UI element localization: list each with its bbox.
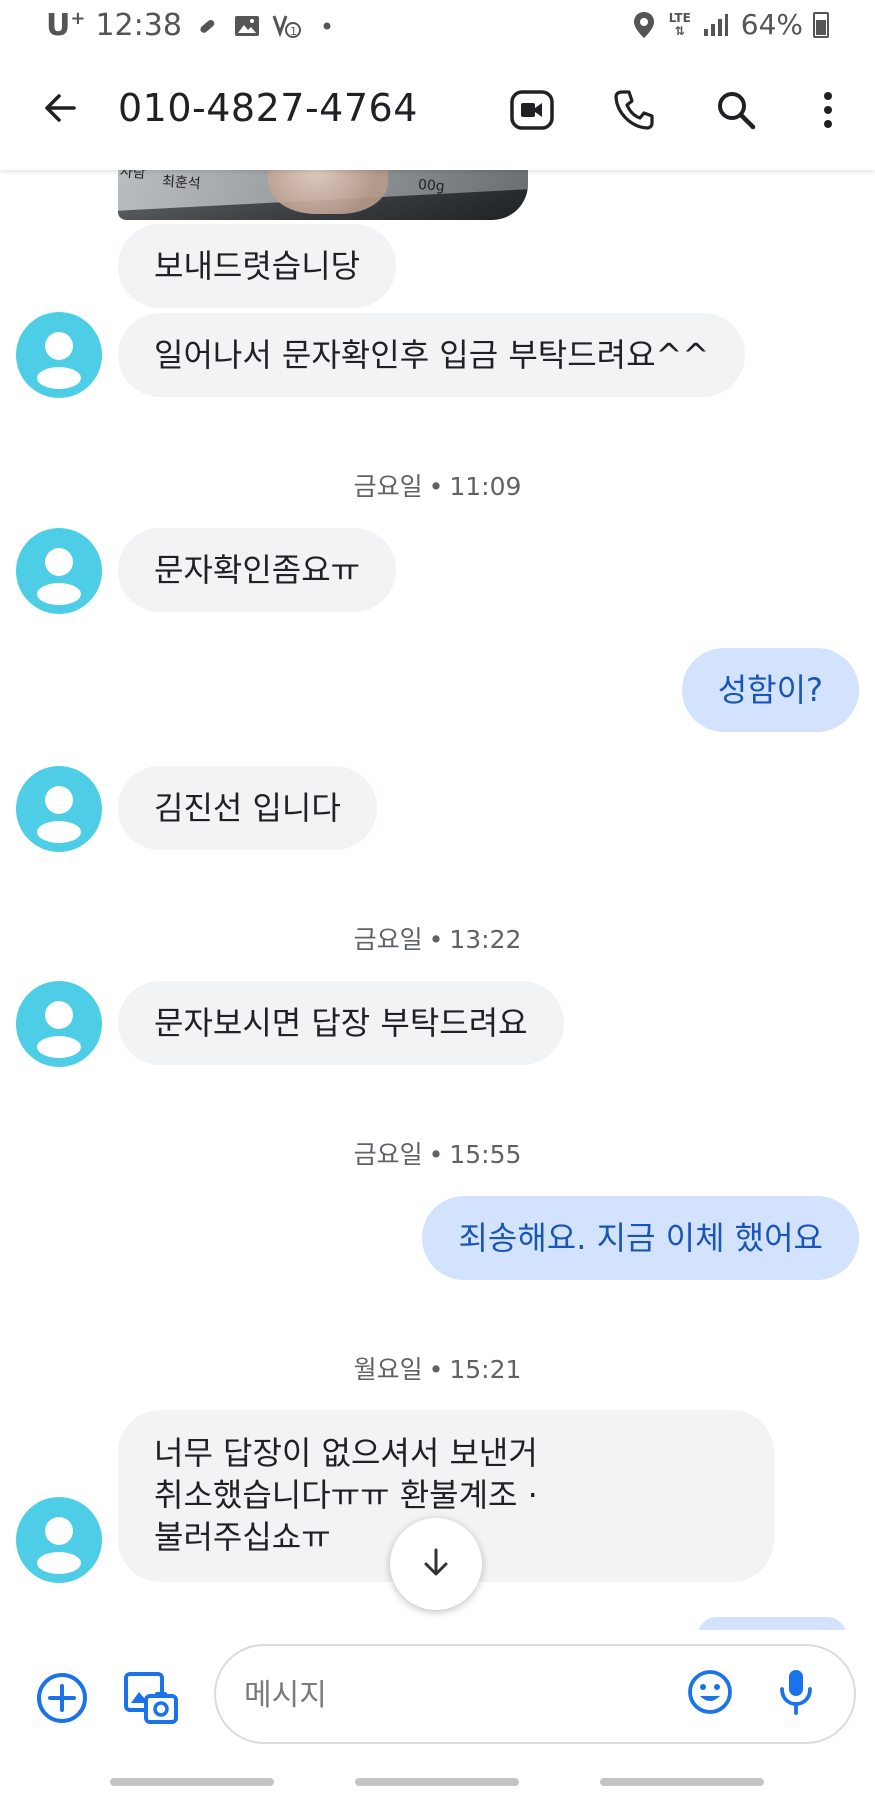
carrier-label: U+ bbox=[46, 8, 85, 43]
status-bar-left: U+ 12:38 1 bbox=[46, 8, 342, 43]
nav-home-button[interactable] bbox=[355, 1778, 519, 1786]
contact-avatar[interactable] bbox=[16, 1497, 102, 1583]
stamp-time: 13:22 bbox=[449, 925, 522, 954]
compose-bar bbox=[0, 1630, 875, 1799]
pin-icon bbox=[192, 11, 222, 41]
message-bubble-incoming[interactable]: 문자보시면 답장 부탁드려요 bbox=[118, 981, 564, 1065]
stamp-day: 금요일 bbox=[353, 472, 423, 501]
photo-text-name: 최훈석 bbox=[161, 173, 202, 193]
status-bar-right: LTE ⇅ 64% bbox=[629, 8, 829, 41]
contact-avatar[interactable] bbox=[16, 312, 102, 398]
nav-back-button[interactable] bbox=[600, 1778, 764, 1786]
search-icon bbox=[715, 89, 757, 135]
timestamp: 금요일 • 11:09 bbox=[0, 467, 875, 503]
stamp-separator: • bbox=[428, 1140, 444, 1169]
back-arrow-icon bbox=[40, 88, 80, 132]
photo-text-weight: 00g bbox=[417, 177, 446, 195]
message-input[interactable] bbox=[242, 1666, 646, 1724]
video-call-button[interactable] bbox=[506, 86, 558, 138]
message-bubble-outgoing[interactable]: 성함이? bbox=[681, 648, 859, 732]
conversation-area[interactable]: 2021-06-25 사람 최훈석 책 동의함 00g 보내드렷습니당 일어나서… bbox=[0, 0, 875, 1630]
add-attachment-button[interactable] bbox=[32, 1670, 92, 1730]
timestamp: 월요일 • 15:21 bbox=[0, 1350, 875, 1386]
stamp-day: 금요일 bbox=[353, 925, 423, 954]
battery-percent: 64% bbox=[740, 8, 803, 41]
signal-icon bbox=[701, 10, 731, 40]
message-line: 너무 답장이 없으셔서 보낸거 bbox=[154, 1434, 538, 1472]
stamp-time: 15:55 bbox=[449, 1140, 522, 1169]
arrow-down-icon bbox=[419, 1545, 453, 1583]
stamp-separator: • bbox=[428, 1355, 444, 1384]
contact-avatar[interactable] bbox=[16, 766, 102, 852]
emoji-icon bbox=[686, 1668, 734, 1720]
voice-input-button[interactable] bbox=[766, 1664, 826, 1724]
app-bar: 010-4827-4764 bbox=[0, 52, 875, 170]
more-vert-icon bbox=[821, 90, 835, 134]
carrier-name: U bbox=[46, 8, 71, 43]
message-input-container[interactable] bbox=[214, 1644, 856, 1744]
stamp-day: 금요일 bbox=[353, 1140, 423, 1169]
message-bubble-incoming[interactable]: 보내드렷습니당 bbox=[118, 224, 397, 308]
volte-icon: 1 bbox=[272, 11, 302, 41]
stamp-separator: • bbox=[428, 472, 444, 501]
timestamp: 금요일 • 13:22 bbox=[0, 920, 875, 956]
emoji-button[interactable] bbox=[680, 1664, 740, 1724]
clock: 12:38 bbox=[95, 8, 182, 43]
message-line: 취소했습니다ㅠㅠ 환불계조 · bbox=[154, 1476, 538, 1514]
message-bubble-outgoing-partial[interactable] bbox=[697, 1617, 847, 1630]
search-button[interactable] bbox=[710, 86, 762, 138]
dot-icon bbox=[312, 11, 342, 41]
svg-text:1: 1 bbox=[290, 25, 297, 38]
system-nav-bar bbox=[0, 1768, 875, 1799]
contact-avatar[interactable] bbox=[16, 981, 102, 1067]
timestamp: 금요일 • 15:55 bbox=[0, 1135, 875, 1171]
gallery-icon bbox=[122, 1670, 178, 1730]
message-bubble-outgoing[interactable]: 죄송해요. 지금 이체 했어요 bbox=[422, 1196, 859, 1280]
video-call-icon bbox=[510, 88, 554, 136]
scroll-to-bottom-button[interactable] bbox=[390, 1518, 482, 1610]
phone-call-button[interactable] bbox=[608, 86, 660, 138]
location-icon bbox=[629, 10, 659, 40]
conversation-title: 010-4827-4764 bbox=[118, 86, 418, 130]
phone-icon bbox=[613, 89, 655, 135]
add-circle-icon bbox=[35, 1671, 89, 1729]
message-bubble-incoming[interactable]: 문자확인좀요ㅠ bbox=[118, 528, 397, 612]
carrier-sup: + bbox=[70, 8, 86, 29]
image-icon bbox=[232, 11, 262, 41]
message-bubble-incoming[interactable]: 일어나서 문자확인후 입금 부탁드려요^^ bbox=[118, 313, 746, 397]
contact-avatar[interactable] bbox=[16, 528, 102, 614]
status-bar: U+ 12:38 1 LTE ⇅ 64% bbox=[0, 0, 875, 52]
network-type: LTE ⇅ bbox=[668, 10, 691, 38]
gallery-button[interactable] bbox=[120, 1670, 180, 1730]
back-button[interactable] bbox=[36, 86, 84, 134]
network-label: LTE bbox=[668, 10, 691, 25]
stamp-time: 11:09 bbox=[449, 472, 522, 501]
message-bubble-incoming[interactable]: 김진선 입니다 bbox=[118, 766, 377, 850]
battery-icon bbox=[813, 11, 829, 38]
nav-recents-button[interactable] bbox=[110, 1778, 274, 1786]
data-arrows-icon: ⇅ bbox=[674, 23, 685, 38]
stamp-time: 15:21 bbox=[449, 1355, 522, 1384]
stamp-separator: • bbox=[428, 925, 444, 954]
stamp-day: 월요일 bbox=[353, 1355, 423, 1384]
more-options-button[interactable] bbox=[802, 86, 854, 138]
mic-icon bbox=[776, 1667, 816, 1721]
